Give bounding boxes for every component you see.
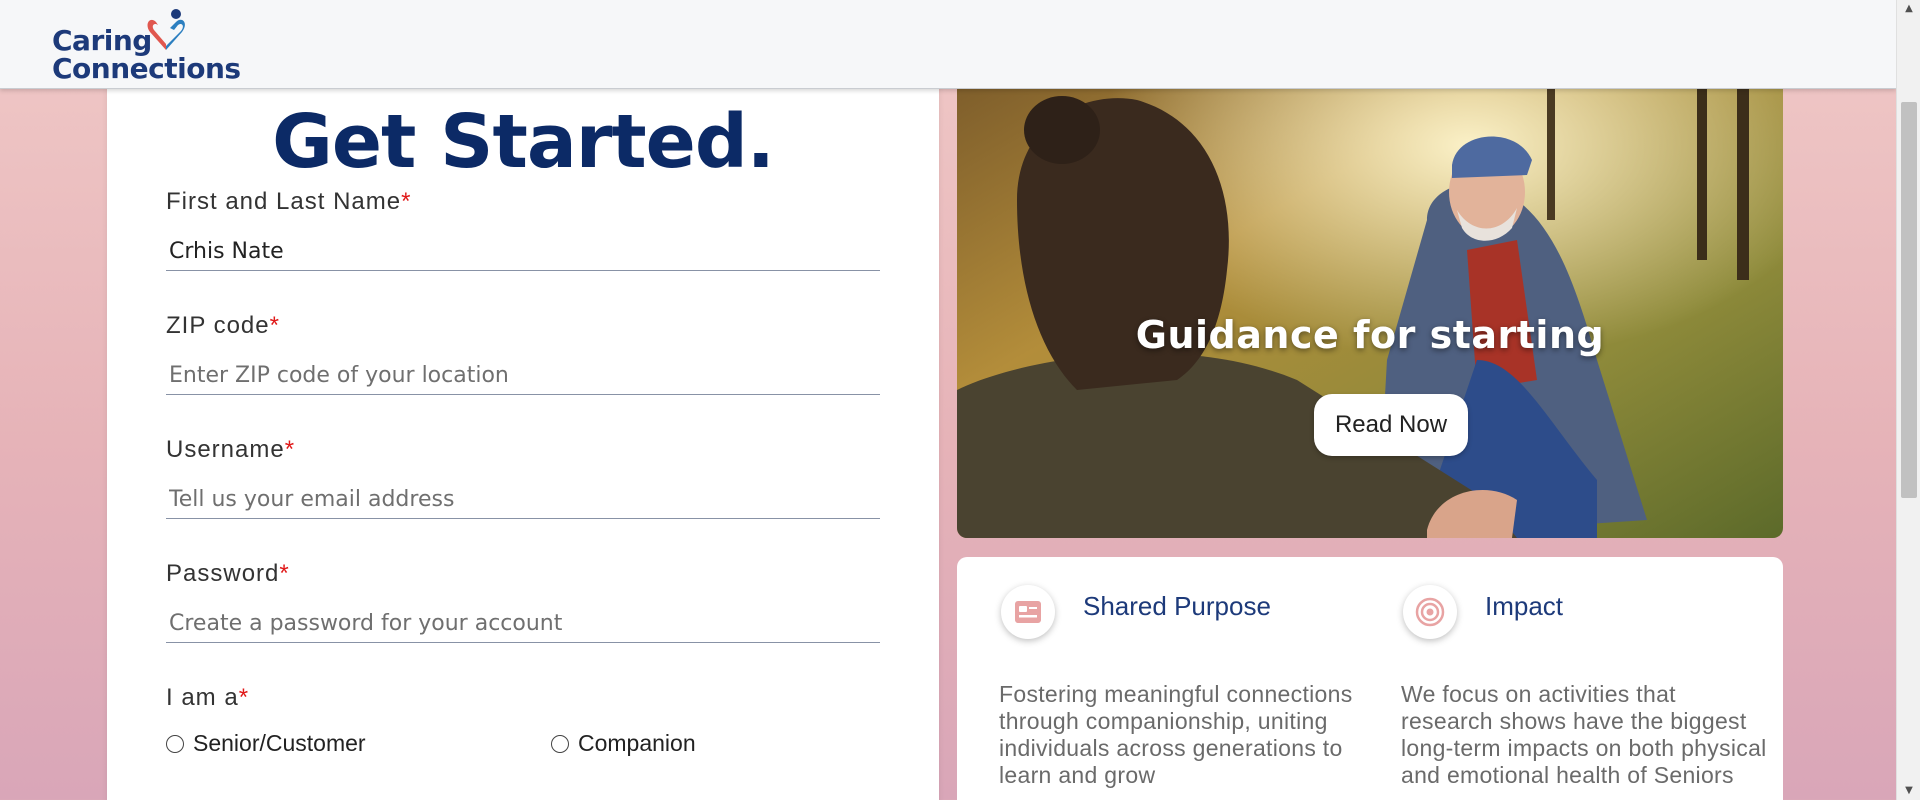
radio-senior-customer[interactable]: Senior/Customer [166,730,366,757]
name-input[interactable] [166,233,880,271]
hero-banner: Guidance for starting Read Now [957,60,1783,538]
scroll-up-arrow-icon[interactable]: ▲ [1897,0,1920,18]
username-field: Username* [166,435,880,519]
info-description: We focus on activities that research sho… [1401,681,1767,788]
role-field: I am a* [166,683,880,713]
scroll-thumb[interactable] [1901,102,1917,498]
read-now-button[interactable]: Read Now [1314,394,1468,456]
info-description: Fostering meaningful connections through… [999,681,1353,788]
hero-title: Guidance for starting [1135,313,1605,357]
radio-label: Senior/Customer [193,730,366,756]
info-shared-purpose: Shared Purpose Fostering meaningful conn… [957,557,1352,797]
password-label-text: Password [166,560,280,587]
page-title: Get Started. [272,99,775,185]
radio-companion[interactable]: Companion [551,730,696,757]
username-label-text: Username [166,436,285,463]
username-label: Username* [166,435,880,465]
required-mark: * [284,436,296,463]
required-mark: * [401,188,412,215]
logo-text-line2: Connections [52,52,241,85]
radio-label: Companion [578,730,696,756]
required-mark: * [279,560,290,587]
scroll-down-arrow-icon[interactable]: ▼ [1897,782,1920,800]
info-card: Shared Purpose Fostering meaningful conn… [957,557,1783,800]
info-impact: Impact We focus on activities that resea… [1359,557,1766,797]
password-field: Password* [166,559,880,643]
name-field: First and Last Name* [166,187,880,271]
zip-field: ZIP code* [166,311,880,395]
zip-label: ZIP code* [166,311,880,341]
username-input[interactable] [166,481,880,519]
password-input[interactable] [166,605,880,643]
name-label-text: First and Last Name [166,188,402,215]
signup-form-card: Get Started. First and Last Name* ZIP co… [107,40,939,800]
zip-label-text: ZIP code [166,312,270,339]
target-icon [1403,585,1457,639]
site-header: Caring Connections [0,0,1896,89]
zip-input[interactable] [166,357,880,395]
role-label-text: I am a [166,684,239,711]
role-radio-group: Senior/Customer Companion [166,730,880,760]
info-title: Impact [1485,591,1564,621]
required-mark: * [269,312,280,339]
id-card-icon [1001,585,1055,639]
role-label: I am a* [166,683,880,713]
heart-logo-icon [147,9,185,50]
required-mark: * [238,684,250,711]
caring-connections-logo[interactable]: Caring Connections [52,6,241,86]
name-label: First and Last Name* [166,187,880,217]
password-label: Password* [166,559,880,589]
info-title: Shared Purpose [1083,591,1271,621]
radio-circle[interactable] [551,734,569,753]
hero-photo-illustration [957,60,1783,538]
radio-circle[interactable] [166,734,184,753]
vertical-scrollbar[interactable]: ▲ ▼ [1896,0,1920,800]
